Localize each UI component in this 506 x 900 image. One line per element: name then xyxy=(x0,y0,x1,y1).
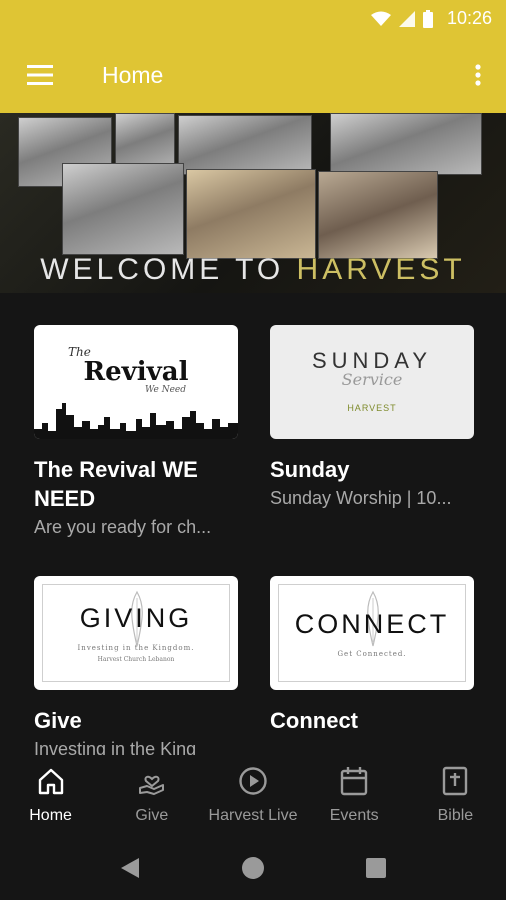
menu-icon xyxy=(27,65,53,85)
card-subtitle: Sunday Worship | 10... xyxy=(270,488,452,508)
thumb-text-giving: GIVING xyxy=(79,603,193,633)
hero-banner[interactable]: WELCOME TO HARVEST xyxy=(0,113,506,293)
menu-button[interactable] xyxy=(0,37,80,113)
nav-label: Home xyxy=(29,807,72,824)
nav-label: Harvest Live xyxy=(208,807,298,824)
thumb-text-service: Service xyxy=(341,369,403,389)
give-hand-heart-icon xyxy=(137,765,167,797)
card-sunday[interactable]: SUNDAY Service HARVEST Sunday Sunday Wor… xyxy=(270,325,474,509)
nav-item-bible[interactable]: Bible xyxy=(405,755,506,835)
thumb-text-church: Harvest Church Lebanon xyxy=(97,656,175,663)
battery-icon xyxy=(422,9,433,28)
card-revival[interactable]: The Revival We Need The Revival WE NEED … xyxy=(34,325,238,538)
nav-item-harvest-live[interactable]: Harvest Live xyxy=(202,755,303,835)
hero-photo xyxy=(62,163,184,255)
hero-photo xyxy=(186,169,316,259)
wifi-icon xyxy=(370,11,391,26)
card-subtitle: Are you ready for ch... xyxy=(34,517,212,537)
card-give[interactable]: GIVING Investing in the Kingdom. Harvest… xyxy=(34,576,238,755)
card-subtitle: Investing in the King xyxy=(34,739,197,755)
home-icon xyxy=(36,765,66,797)
thumb-text-investing: Investing in the Kingdom. xyxy=(77,644,195,652)
system-navigation-bar xyxy=(0,835,506,900)
nav-item-events[interactable]: Events xyxy=(304,755,405,835)
hero-photo xyxy=(330,113,482,175)
card-thumbnail: SUNDAY Service HARVEST xyxy=(270,325,474,439)
thumb-text-connect: CONNECT xyxy=(294,608,450,639)
hero-photo xyxy=(318,171,438,259)
card-thumbnail: CONNECT Get Connected. xyxy=(270,576,474,690)
back-icon[interactable] xyxy=(119,856,141,880)
signal-icon xyxy=(398,10,415,27)
more-vert-icon xyxy=(475,64,481,86)
nav-item-home[interactable]: Home xyxy=(0,755,101,835)
nav-item-give[interactable]: Give xyxy=(101,755,202,835)
thumb-text-get-connected: Get Connected. xyxy=(337,649,407,658)
play-circle-icon xyxy=(238,765,268,797)
content-grid: The Revival We Need The Revival WE NEED … xyxy=(0,293,506,755)
status-bar: 10:26 xyxy=(0,0,506,37)
card-title: The Revival WE NEED xyxy=(34,457,198,511)
home-circle-icon[interactable] xyxy=(241,856,265,880)
card-title: Sunday xyxy=(270,457,350,482)
thumb-text-the: The xyxy=(68,345,91,359)
page-title: Home xyxy=(102,61,164,88)
thumb-text-revival: Revival xyxy=(83,357,189,387)
app-bar: Home xyxy=(0,37,506,113)
status-time: 10:26 xyxy=(446,8,492,28)
thumb-logo-harvest: HARVEST xyxy=(347,402,397,413)
card-title: Connect xyxy=(270,708,358,733)
nav-label: Events xyxy=(329,807,379,824)
calendar-icon xyxy=(339,765,369,797)
card-thumbnail: The Revival We Need xyxy=(34,325,238,439)
recents-icon[interactable] xyxy=(365,857,387,879)
bible-icon xyxy=(440,765,470,797)
hero-caption-welcome: WELCOME TO xyxy=(40,253,297,286)
nav-label: Bible xyxy=(437,807,474,824)
bottom-navigation: Home Give Harvest Live Events Bible xyxy=(0,755,506,835)
card-thumbnail: GIVING Investing in the Kingdom. Harvest… xyxy=(34,576,238,690)
card-title: Give xyxy=(34,708,82,733)
hero-photo xyxy=(178,115,312,175)
overflow-menu-button[interactable] xyxy=(450,37,506,113)
hero-caption: WELCOME TO HARVEST xyxy=(0,253,506,287)
hero-caption-name: HARVEST xyxy=(296,253,466,286)
card-connect[interactable]: CONNECT Get Connected. Connect xyxy=(270,576,474,739)
skyline-icon xyxy=(34,403,238,439)
thumb-text-we-need: We Need xyxy=(145,385,186,395)
nav-label: Give xyxy=(135,807,169,824)
